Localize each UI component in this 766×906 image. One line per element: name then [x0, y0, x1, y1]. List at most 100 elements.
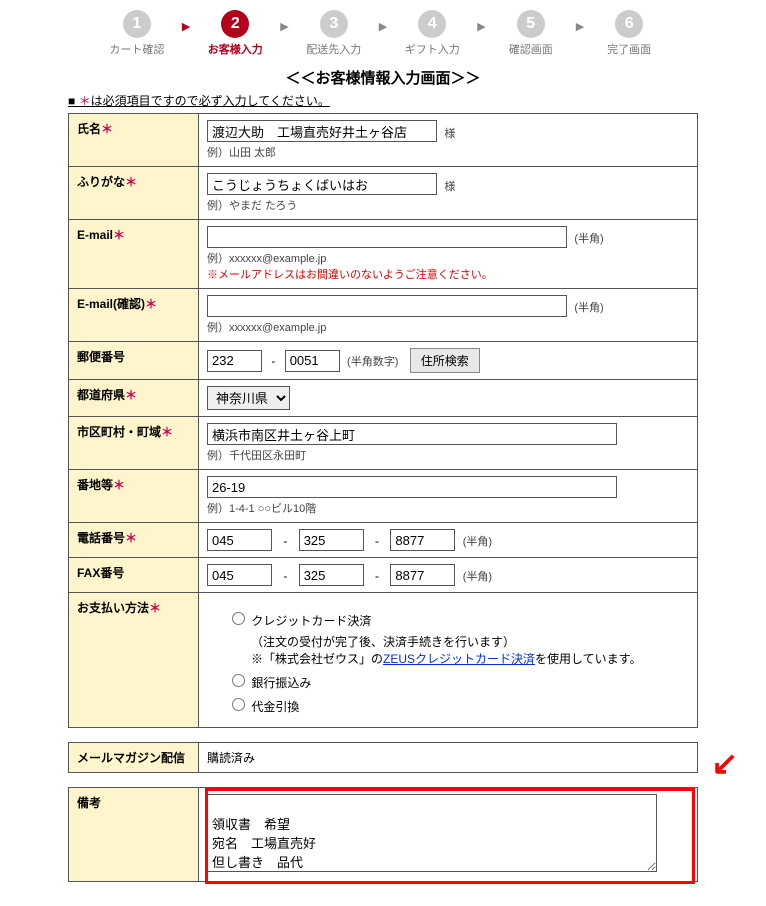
postal-sep: -: [271, 354, 275, 368]
email-confirm-example: 例）xxxxxx@example.jp: [207, 319, 689, 335]
fax-3-input[interactable]: [390, 564, 455, 586]
note-bullet: ■: [68, 94, 79, 108]
street-input[interactable]: [207, 476, 617, 498]
email-suffix: (半角): [574, 233, 603, 245]
name-suffix: 様: [444, 128, 455, 140]
mailmag-table: メールマガジン配信 購読済み: [68, 742, 698, 773]
email-input[interactable]: [207, 226, 567, 248]
step-number: 1: [123, 10, 151, 38]
customer-form-table: 氏名＊ 様 例）山田 太郎 ふりがな＊ 様 例）やまだ たろう E-mail＊ …: [68, 113, 698, 728]
mailmag-value: 購読済み: [199, 743, 698, 773]
row-remarks: 備考: [69, 788, 698, 882]
row-email-confirm: E-mail(確認)＊ (半角) 例）xxxxxx@example.jp: [69, 289, 698, 342]
row-street: 番地等＊ 例）1-4-1 ○○ビル10階: [69, 470, 698, 523]
fax-sep-2: -: [375, 569, 379, 583]
furigana-example: 例）やまだ たろう: [207, 197, 689, 213]
label-mailmag: メールマガジン配信: [69, 743, 199, 773]
step-number: 3: [320, 10, 348, 38]
postal-suffix: (半角数字): [347, 356, 398, 368]
tel-1-input[interactable]: [207, 529, 272, 551]
fax-sep-1: -: [283, 569, 287, 583]
note-text: は必須項目ですので必ず入力してください。: [91, 94, 330, 108]
label-payment: お支払い方法＊: [69, 593, 199, 728]
chevron-right-icon: ▶: [477, 20, 485, 33]
pref-select[interactable]: 神奈川県: [207, 386, 290, 410]
label-tel: 電話番号＊: [69, 523, 199, 558]
step-number: 4: [418, 10, 446, 38]
step-label: カート確認: [109, 41, 164, 57]
payment-credit-note1: （注文の受付が完了後、決済手続きを行います）: [251, 633, 689, 650]
city-example: 例）千代田区永田町: [207, 447, 689, 463]
chevron-right-icon: ▶: [379, 20, 387, 33]
chevron-right-icon: ▶: [182, 20, 190, 33]
payment-credit-note2: ※「株式会社ゼウス」のZEUSクレジットカード決済を使用しています。: [251, 650, 689, 667]
remarks-textarea[interactable]: [207, 794, 657, 872]
row-name: 氏名＊ 様 例）山田 太郎: [69, 114, 698, 167]
step-label: 確認画面: [509, 41, 553, 57]
payment-radio-bank[interactable]: [232, 674, 245, 687]
name-input[interactable]: [207, 120, 437, 142]
arrow-icon: ↙: [711, 747, 738, 779]
payment-radio-cod[interactable]: [232, 698, 245, 711]
postal-2-input[interactable]: [285, 350, 340, 372]
payment-credit-label: クレジットカード決済: [251, 614, 371, 628]
tel-3-input[interactable]: [390, 529, 455, 551]
page-title: ＜＜お客様情報入力画面＞＞: [10, 67, 756, 88]
row-postal: 郵便番号 - (半角数字) 住所検索: [69, 342, 698, 380]
tel-suffix: (半角): [463, 536, 492, 548]
label-email-confirm: E-mail(確認)＊: [69, 289, 199, 342]
row-email: E-mail＊ (半角) 例）xxxxxx@example.jp ※メールアドレ…: [69, 220, 698, 289]
step-label: 完了画面: [607, 41, 651, 57]
step-1: 1 カート確認: [96, 10, 178, 57]
label-email: E-mail＊: [69, 220, 199, 289]
fax-2-input[interactable]: [299, 564, 364, 586]
email-confirm-input[interactable]: [207, 295, 567, 317]
fax-suffix: (半角): [463, 571, 492, 583]
chevron-right-icon: ▶: [280, 20, 288, 33]
step-6: 6 完了画面: [588, 10, 670, 57]
step-5: 5 確認画面: [490, 10, 572, 57]
step-label: 配送先入力: [306, 41, 361, 57]
required-note: ■ ＊は必須項目ですので必ず入力してください。: [68, 92, 698, 109]
row-fax: FAX番号 - - (半角): [69, 558, 698, 593]
row-city: 市区町村・町域＊ 例）千代田区永田町: [69, 417, 698, 470]
furigana-input[interactable]: [207, 173, 437, 195]
fax-1-input[interactable]: [207, 564, 272, 586]
payment-cod-label: 代金引換: [251, 700, 299, 714]
label-name: 氏名＊: [69, 114, 199, 167]
chevron-right-icon: ▶: [576, 20, 584, 33]
step-label: お客様入力: [208, 41, 263, 57]
tel-sep-2: -: [375, 534, 379, 548]
street-example: 例）1-4-1 ○○ビル10階: [207, 500, 689, 516]
address-search-button[interactable]: 住所検索: [410, 348, 480, 373]
furigana-suffix: 様: [444, 181, 455, 193]
step-bar: 1 カート確認 ▶ 2 お客様入力 ▶ 3 配送先入力 ▶ 4 ギフト入力 ▶ …: [10, 10, 756, 57]
step-number: 5: [517, 10, 545, 38]
row-furigana: ふりがな＊ 様 例）やまだ たろう: [69, 167, 698, 220]
label-furigana: ふりがな＊: [69, 167, 199, 220]
step-3: 3 配送先入力: [293, 10, 375, 57]
city-input[interactable]: [207, 423, 617, 445]
step-label: ギフト入力: [405, 41, 460, 57]
postal-1-input[interactable]: [207, 350, 262, 372]
label-pref: 都道府県＊: [69, 380, 199, 417]
label-city: 市区町村・町域＊: [69, 417, 199, 470]
email-warning: ※メールアドレスはお間違いのないようご注意ください。: [207, 266, 689, 282]
step-number: 2: [221, 10, 249, 38]
tel-2-input[interactable]: [299, 529, 364, 551]
remarks-table: 備考: [68, 787, 698, 882]
zeus-link[interactable]: ZEUSクレジットカード決済: [383, 652, 535, 666]
note-req-mark: ＊: [79, 94, 91, 108]
row-mailmag: メールマガジン配信 購読済み: [69, 743, 698, 773]
label-street: 番地等＊: [69, 470, 199, 523]
email-example: 例）xxxxxx@example.jp: [207, 250, 689, 266]
payment-radio-credit[interactable]: [232, 612, 245, 625]
name-example: 例）山田 太郎: [207, 144, 689, 160]
payment-bank-label: 銀行振込み: [251, 676, 311, 690]
email-confirm-suffix: (半角): [574, 302, 603, 314]
label-fax: FAX番号: [69, 558, 199, 593]
step-number: 6: [615, 10, 643, 38]
row-pref: 都道府県＊ 神奈川県: [69, 380, 698, 417]
step-4: 4 ギフト入力: [391, 10, 473, 57]
label-remarks: 備考: [69, 788, 199, 882]
